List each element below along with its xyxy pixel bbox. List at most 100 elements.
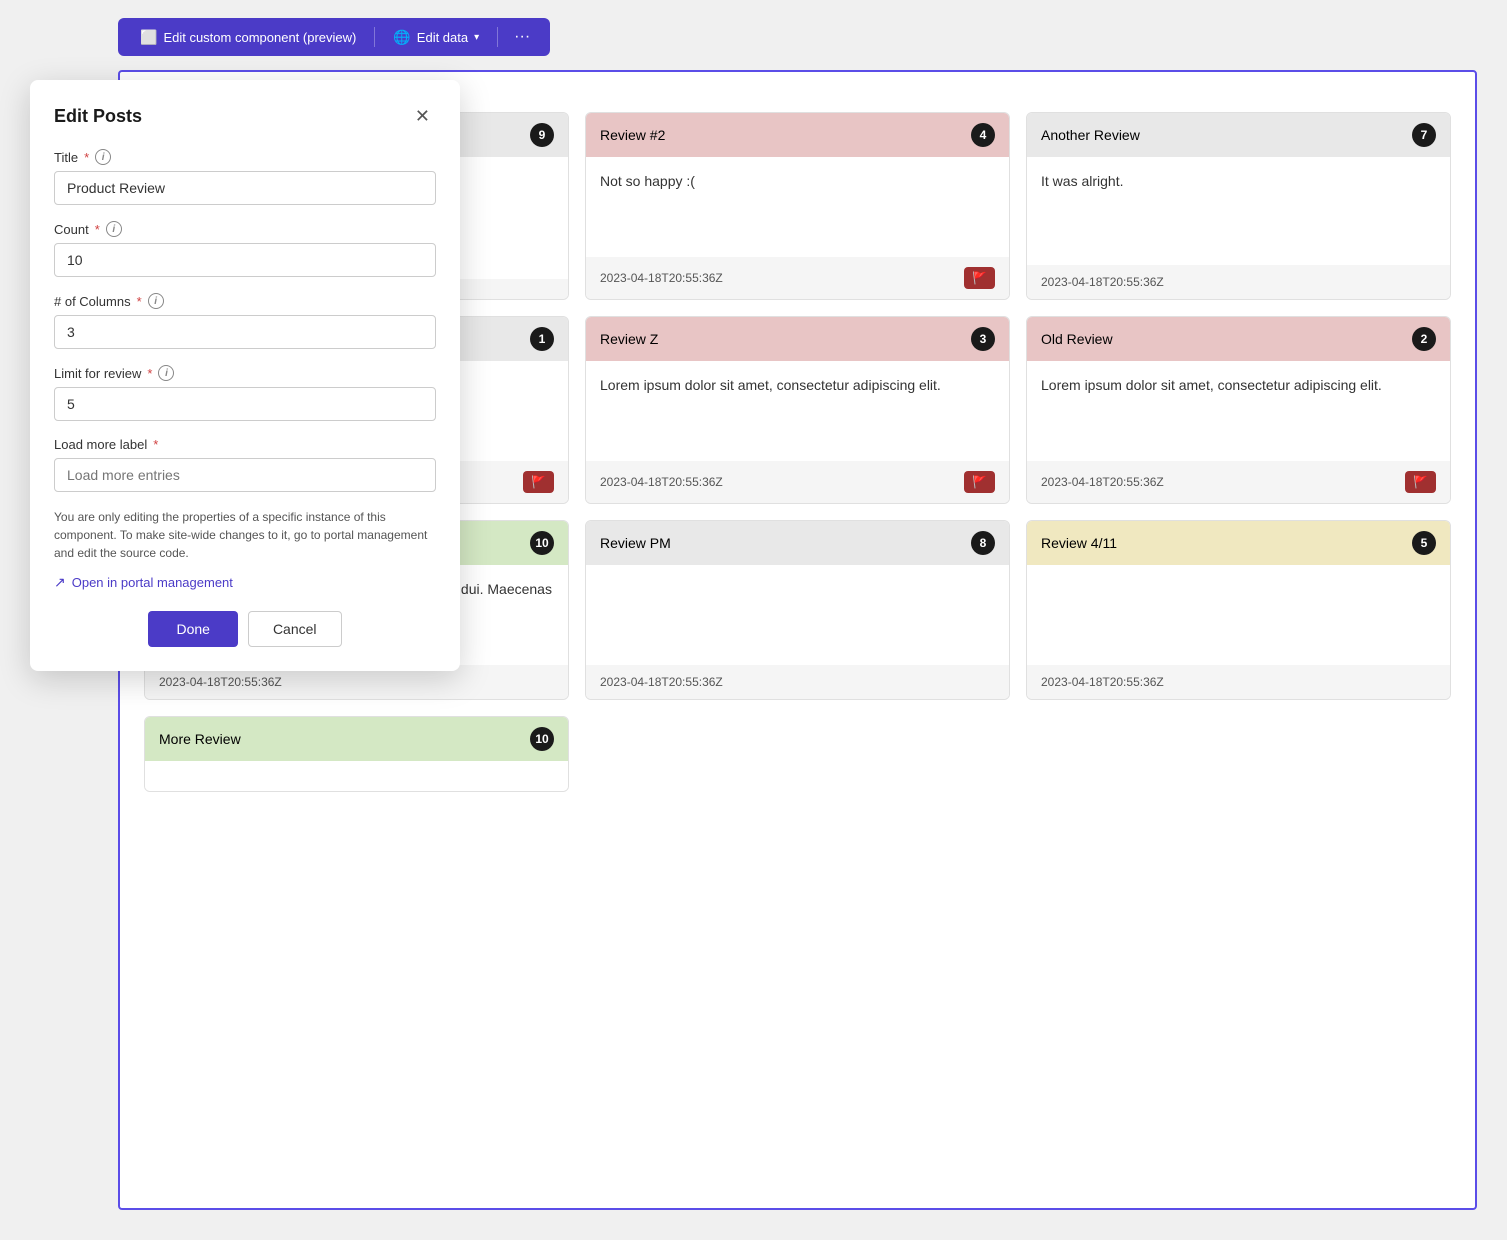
card-footer: 2023-04-18T20:55:36Z bbox=[1027, 265, 1450, 299]
more-options-button[interactable]: ··· bbox=[506, 24, 538, 50]
card-title: Old Review bbox=[1041, 331, 1113, 347]
card-badge: 5 bbox=[1412, 531, 1436, 555]
card-another-review: Another Review 7 It was alright. 2023-04… bbox=[1026, 112, 1451, 300]
limit-label: Limit for review * i bbox=[54, 365, 436, 381]
card-footer: 2023-04-18T20:55:36Z bbox=[586, 665, 1009, 699]
card-review-pm: Review PM 8 2023-04-18T20:55:36Z bbox=[585, 520, 1010, 700]
edit-data-label: Edit data bbox=[417, 30, 468, 45]
title-input[interactable] bbox=[54, 171, 436, 205]
card-body bbox=[1027, 565, 1450, 665]
card-badge: 10 bbox=[530, 727, 554, 751]
count-label: Count * i bbox=[54, 221, 436, 237]
card-badge: 3 bbox=[971, 327, 995, 351]
title-field-group: Title * i bbox=[54, 149, 436, 205]
card-title: Review PM bbox=[600, 535, 671, 551]
card-timestamp: 2023-04-18T20:55:36Z bbox=[159, 675, 282, 689]
card-badge: 7 bbox=[1412, 123, 1436, 147]
flag-button[interactable]: 🚩 bbox=[1405, 471, 1436, 493]
card-timestamp: 2023-04-18T20:55:36Z bbox=[600, 475, 723, 489]
card-review-411: Review 4/11 5 2023-04-18T20:55:36Z bbox=[1026, 520, 1451, 700]
card-body bbox=[586, 565, 1009, 665]
card-review-z: Review Z 3 Lorem ipsum dolor sit amet, c… bbox=[585, 316, 1010, 504]
card-header: Review 4/11 5 bbox=[1027, 521, 1450, 565]
card-timestamp: 2023-04-18T20:55:36Z bbox=[600, 675, 723, 689]
card-footer: 2023-04-18T20:55:36Z 🚩 bbox=[586, 257, 1009, 299]
card-header: Old Review 2 bbox=[1027, 317, 1450, 361]
edit-posts-modal: Edit Posts ✕ Title * i Count * i # of Co… bbox=[30, 80, 460, 671]
columns-label: # of Columns * i bbox=[54, 293, 436, 309]
columns-input[interactable] bbox=[54, 315, 436, 349]
load-more-input[interactable] bbox=[54, 458, 436, 492]
card-badge: 9 bbox=[530, 123, 554, 147]
card-body: Lorem ipsum dolor sit amet, consectetur … bbox=[1027, 361, 1450, 461]
columns-info-icon[interactable]: i bbox=[148, 293, 164, 309]
required-indicator: * bbox=[147, 366, 152, 381]
card-timestamp: 2023-04-18T20:55:36Z bbox=[1041, 475, 1164, 489]
modal-notice: You are only editing the properties of a… bbox=[54, 508, 436, 562]
card-header: Review PM 8 bbox=[586, 521, 1009, 565]
card-header: More Review 10 bbox=[145, 717, 568, 761]
cancel-button[interactable]: Cancel bbox=[248, 611, 342, 647]
card-more-review: More Review 10 bbox=[144, 716, 569, 792]
count-info-icon[interactable]: i bbox=[106, 221, 122, 237]
required-indicator: * bbox=[137, 294, 142, 309]
card-timestamp: 2023-04-18T20:55:36Z bbox=[600, 271, 723, 285]
edit-data-button[interactable]: 🌐 Edit data ▾ bbox=[383, 25, 489, 50]
done-button[interactable]: Done bbox=[148, 611, 237, 647]
component-icon: ⬜ bbox=[140, 29, 157, 46]
chevron-down-icon: ▾ bbox=[474, 32, 479, 43]
data-icon: 🌐 bbox=[393, 29, 410, 46]
modal-header: Edit Posts ✕ bbox=[54, 104, 436, 129]
card-body: It was alright. bbox=[1027, 157, 1450, 265]
card-header: Another Review 7 bbox=[1027, 113, 1450, 157]
card-title: Review 4/11 bbox=[1041, 535, 1117, 551]
limit-field-group: Limit for review * i bbox=[54, 365, 436, 421]
card-body bbox=[145, 761, 568, 791]
card-header: Review Z 3 bbox=[586, 317, 1009, 361]
toolbar: ⬜ Edit custom component (preview) 🌐 Edit… bbox=[118, 18, 550, 56]
card-title: Review #2 bbox=[600, 127, 665, 143]
modal-close-button[interactable]: ✕ bbox=[409, 104, 436, 129]
count-field-group: Count * i bbox=[54, 221, 436, 277]
title-info-icon[interactable]: i bbox=[95, 149, 111, 165]
columns-field-group: # of Columns * i bbox=[54, 293, 436, 349]
edit-component-button[interactable]: ⬜ Edit custom component (preview) bbox=[130, 25, 366, 50]
toolbar-divider-2 bbox=[497, 27, 498, 47]
toolbar-divider bbox=[374, 27, 375, 47]
card-review-2: Review #2 4 Not so happy :( 2023-04-18T2… bbox=[585, 112, 1010, 300]
flag-button[interactable]: 🚩 bbox=[523, 471, 554, 493]
edit-component-label: Edit custom component (preview) bbox=[163, 30, 356, 45]
card-footer: 2023-04-18T20:55:36Z bbox=[1027, 665, 1450, 699]
flag-button[interactable]: 🚩 bbox=[964, 471, 995, 493]
card-footer: 2023-04-18T20:55:36Z 🚩 bbox=[1027, 461, 1450, 503]
portal-management-link[interactable]: ↗ Open in portal management bbox=[54, 574, 436, 591]
card-badge: 1 bbox=[530, 327, 554, 351]
card-timestamp: 2023-04-18T20:55:36Z bbox=[1041, 675, 1164, 689]
card-title: Review Z bbox=[600, 331, 658, 347]
required-indicator: * bbox=[153, 437, 158, 452]
card-timestamp: 2023-04-18T20:55:36Z bbox=[1041, 275, 1164, 289]
card-title: Another Review bbox=[1041, 127, 1140, 143]
load-more-field-group: Load more label * bbox=[54, 437, 436, 492]
card-badge: 10 bbox=[530, 531, 554, 555]
flag-button[interactable]: 🚩 bbox=[964, 267, 995, 289]
card-badge: 2 bbox=[1412, 327, 1436, 351]
card-body: Lorem ipsum dolor sit amet, consectetur … bbox=[586, 361, 1009, 461]
card-footer: 2023-04-18T20:55:36Z 🚩 bbox=[586, 461, 1009, 503]
modal-footer: Done Cancel bbox=[54, 611, 436, 647]
limit-info-icon[interactable]: i bbox=[158, 365, 174, 381]
limit-input[interactable] bbox=[54, 387, 436, 421]
required-indicator: * bbox=[95, 222, 100, 237]
card-old-review: Old Review 2 Lorem ipsum dolor sit amet,… bbox=[1026, 316, 1451, 504]
required-indicator: * bbox=[84, 150, 89, 165]
card-badge: 4 bbox=[971, 123, 995, 147]
modal-overlay: Edit Posts ✕ Title * i Count * i # of Co… bbox=[30, 80, 460, 671]
card-body: Not so happy :( bbox=[586, 157, 1009, 257]
card-badge: 8 bbox=[971, 531, 995, 555]
modal-title: Edit Posts bbox=[54, 106, 142, 127]
count-input[interactable] bbox=[54, 243, 436, 277]
title-label: Title * i bbox=[54, 149, 436, 165]
card-title: More Review bbox=[159, 731, 241, 747]
load-more-label: Load more label * bbox=[54, 437, 436, 452]
external-link-icon: ↗ bbox=[54, 574, 66, 591]
